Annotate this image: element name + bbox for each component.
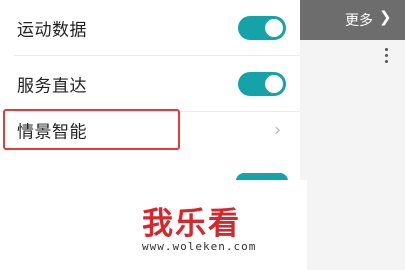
- toggle-knob: [265, 19, 283, 37]
- service-direct-toggle[interactable]: [238, 72, 286, 96]
- watermark-side: [307, 180, 405, 270]
- watermark-url: www.woleken.com: [142, 240, 257, 253]
- chevron-right-icon: ›: [274, 119, 282, 141]
- more-label[interactable]: 更多: [345, 10, 373, 30]
- chevron-right-icon[interactable]: ❯: [379, 8, 392, 26]
- sport-data-toggle[interactable]: [238, 16, 286, 40]
- setting-label: 运动数据: [17, 20, 87, 41]
- kebab-menu-icon[interactable]: [385, 48, 388, 66]
- setting-label: 服务直达: [17, 76, 87, 97]
- setting-row-sport-data[interactable]: 运动数据: [0, 0, 300, 56]
- watermark-logo: 我乐看: [142, 206, 241, 242]
- right-pane-header: 更多 ❯: [300, 0, 405, 40]
- toggle-knob: [265, 75, 283, 93]
- highlight-box: [3, 109, 180, 150]
